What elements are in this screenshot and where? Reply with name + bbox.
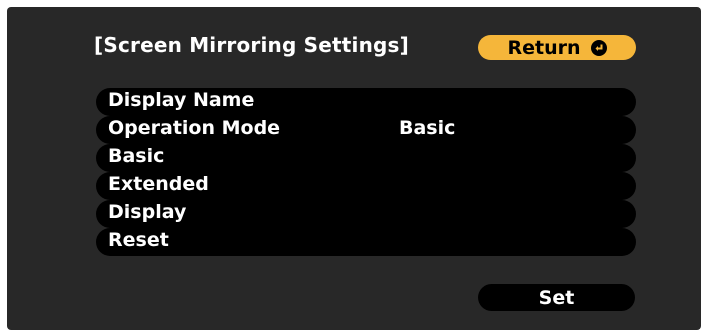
menu-item-basic[interactable]: Basic	[96, 144, 636, 172]
menu-item-display-name[interactable]: Display Name	[96, 88, 636, 116]
return-button[interactable]: Return	[478, 35, 636, 60]
menu-item-value: Basic	[399, 117, 456, 139]
menu-item-extended[interactable]: Extended	[96, 172, 636, 200]
enter-icon	[590, 39, 607, 56]
set-button-label: Set	[538, 286, 575, 309]
settings-menu-list: Display Name Operation Mode Basic Basic …	[96, 88, 636, 256]
page-title: [Screen Mirroring Settings]	[94, 33, 409, 57]
projector-menu-screen: [Screen Mirroring Settings] Return Displ…	[0, 0, 707, 336]
menu-item-label: Extended	[108, 173, 209, 195]
menu-item-label: Display	[108, 201, 187, 223]
menu-item-reset[interactable]: Reset	[96, 228, 636, 256]
menu-item-label: Operation Mode	[108, 117, 281, 139]
menu-item-display[interactable]: Display	[96, 200, 636, 228]
menu-item-label: Display Name	[108, 89, 255, 111]
menu-item-label: Reset	[108, 229, 169, 251]
menu-item-label: Basic	[108, 145, 165, 167]
return-button-label: Return	[507, 36, 581, 59]
menu-item-operation-mode[interactable]: Operation Mode Basic	[96, 116, 636, 144]
set-button[interactable]: Set	[478, 284, 635, 311]
